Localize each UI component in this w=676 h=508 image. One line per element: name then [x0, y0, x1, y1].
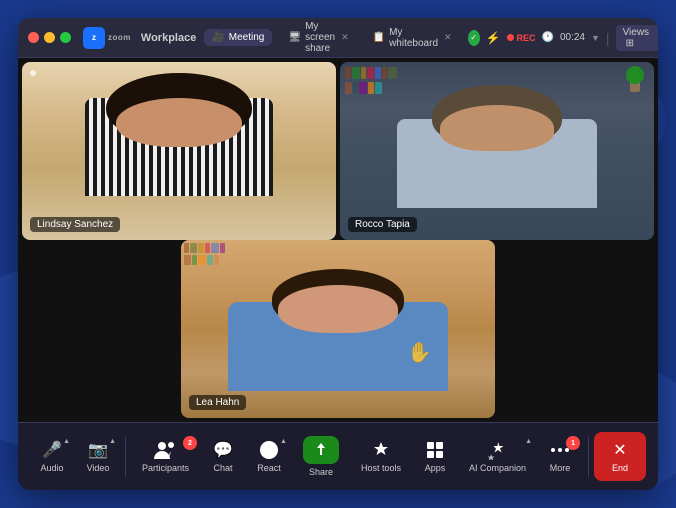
- end-button[interactable]: ✕ End: [594, 432, 646, 481]
- wave-hand: ✋: [407, 340, 432, 365]
- participant-video-1: Lindsay Sanchez: [22, 62, 336, 240]
- mic-on-indicator: [30, 70, 36, 76]
- react-label: React: [257, 463, 281, 473]
- participant-video-3: ✋ Lea Hahn: [181, 240, 495, 418]
- control-bar: 🎤 Audio ▲ 📷 Video ▲: [18, 422, 658, 490]
- divider-1: [125, 437, 126, 477]
- ai-companion-label: AI Companion: [469, 463, 526, 473]
- bottom-row: ✋ Lea Hahn: [22, 240, 654, 418]
- audio-label: Audio: [40, 463, 63, 473]
- whiteboard-tab-label: My whiteboard: [389, 27, 438, 49]
- participant-3-frame: ✋: [181, 240, 495, 418]
- meeting-tab-icon: 🎥: [212, 32, 224, 43]
- share-label: Share: [309, 467, 333, 477]
- tab-whiteboard[interactable]: 📋 My whiteboard ✕: [365, 24, 460, 52]
- meeting-timer: 00:24: [560, 32, 585, 43]
- participant-3-name: Lea Hahn: [189, 395, 246, 410]
- share-icon: [303, 436, 339, 464]
- av-controls: 🎤 Audio ▲ 📷 Video ▲: [30, 434, 120, 479]
- bookshelf-decoration: [345, 67, 649, 138]
- react-caret-icon[interactable]: ▲: [280, 438, 287, 445]
- participants-icon: [153, 440, 177, 460]
- share-button[interactable]: Share: [293, 430, 349, 483]
- video-grid: Lindsay Sanchez: [18, 58, 658, 422]
- window-controls: [28, 32, 71, 43]
- minimize-button[interactable]: [44, 32, 55, 43]
- tab-meeting[interactable]: 🎥 Meeting: [204, 29, 272, 46]
- host-tools-icon: [369, 440, 393, 460]
- react-icon: [257, 440, 281, 460]
- apps-button[interactable]: Apps: [413, 434, 457, 479]
- screen-share-tab-label: My screen share: [305, 21, 335, 54]
- audio-caret-icon[interactable]: ▲: [63, 438, 70, 445]
- titlebar: z zoom Workplace 🎥 Meeting 🖥 My screen s…: [18, 18, 658, 58]
- participants-label: Participants: [142, 463, 189, 473]
- divider: |: [606, 30, 610, 46]
- participant-1-overlay: [30, 70, 36, 76]
- participant-2-name: Rocco Tapia: [348, 217, 417, 232]
- video-caret-icon[interactable]: ▲: [109, 438, 116, 445]
- workplace-label: Workplace: [141, 32, 196, 44]
- main-controls: Participants 2 💬 Chat React ▲: [132, 430, 582, 483]
- react-button[interactable]: React ▲: [247, 434, 291, 479]
- audio-button[interactable]: 🎤 Audio ▲: [30, 434, 74, 479]
- plant-decoration: [626, 67, 644, 92]
- ai-companion-icon: [486, 440, 510, 460]
- end-icon: ✕: [608, 440, 632, 460]
- participant-1-frame: [22, 62, 336, 240]
- end-label: End: [612, 463, 628, 473]
- zoom-logo-text: zoom: [108, 33, 131, 42]
- rec-dot: [507, 34, 514, 41]
- titlebar-right: ✓ ⚡ REC 🕐 00:24 ▼ | Views ⊞: [468, 25, 658, 51]
- divider-2: [588, 437, 589, 477]
- maximize-button[interactable]: [60, 32, 71, 43]
- views-grid-icon: ⊞: [626, 38, 634, 49]
- video-icon: 📷: [86, 440, 110, 460]
- more-badge: 1: [566, 436, 580, 450]
- participant-2-frame: [340, 62, 654, 240]
- chat-label: Chat: [213, 463, 232, 473]
- screen-share-tab-close[interactable]: ✕: [341, 32, 349, 43]
- chevron-down-icon[interactable]: ▼: [591, 33, 600, 43]
- close-button[interactable]: [28, 32, 39, 43]
- host-tools-label: Host tools: [361, 463, 401, 473]
- whiteboard-tab-icon: 📋: [373, 32, 385, 43]
- ai-caret-icon[interactable]: ▲: [525, 438, 532, 445]
- recording-indicator: REC: [507, 33, 536, 43]
- lightning-icon: ⚡: [486, 31, 501, 45]
- screen-share-tab-icon: 🖥: [288, 32, 301, 43]
- ai-companion-button[interactable]: AI Companion ▲: [459, 434, 536, 479]
- apps-icon: [423, 440, 447, 460]
- chat-icon: 💬: [211, 440, 235, 460]
- tab-screen-share[interactable]: 🖥 My screen share ✕: [280, 18, 356, 57]
- clock-icon: 🕐: [542, 32, 554, 43]
- video-button[interactable]: 📷 Video ▲: [76, 434, 120, 479]
- whiteboard-tab-close[interactable]: ✕: [444, 32, 452, 43]
- zoom-window: z zoom Workplace 🎥 Meeting 🖥 My screen s…: [18, 18, 658, 490]
- chat-button[interactable]: 💬 Chat: [201, 434, 245, 479]
- more-label: More: [550, 463, 571, 473]
- participant-1-name: Lindsay Sanchez: [30, 217, 120, 232]
- zoom-logo: z zoom: [83, 27, 131, 49]
- participant-video-2: Rocco Tapia: [340, 62, 654, 240]
- security-shield-icon[interactable]: ✓: [468, 30, 480, 46]
- host-tools-button[interactable]: Host tools: [351, 434, 411, 479]
- participants-button[interactable]: Participants 2: [132, 434, 199, 479]
- views-button[interactable]: Views ⊞: [616, 25, 658, 51]
- lea-bookshelf: [181, 240, 495, 320]
- participants-badge: 2: [183, 436, 197, 450]
- views-label: Views: [623, 27, 650, 38]
- rec-label: REC: [517, 33, 536, 43]
- audio-icon: 🎤: [40, 440, 64, 460]
- zoom-brand-icon: z: [83, 27, 105, 49]
- more-button[interactable]: More 1: [538, 434, 582, 479]
- meeting-tab-label: Meeting: [229, 32, 265, 43]
- top-row: Lindsay Sanchez: [22, 62, 654, 240]
- apps-label: Apps: [425, 463, 446, 473]
- video-label: Video: [87, 463, 110, 473]
